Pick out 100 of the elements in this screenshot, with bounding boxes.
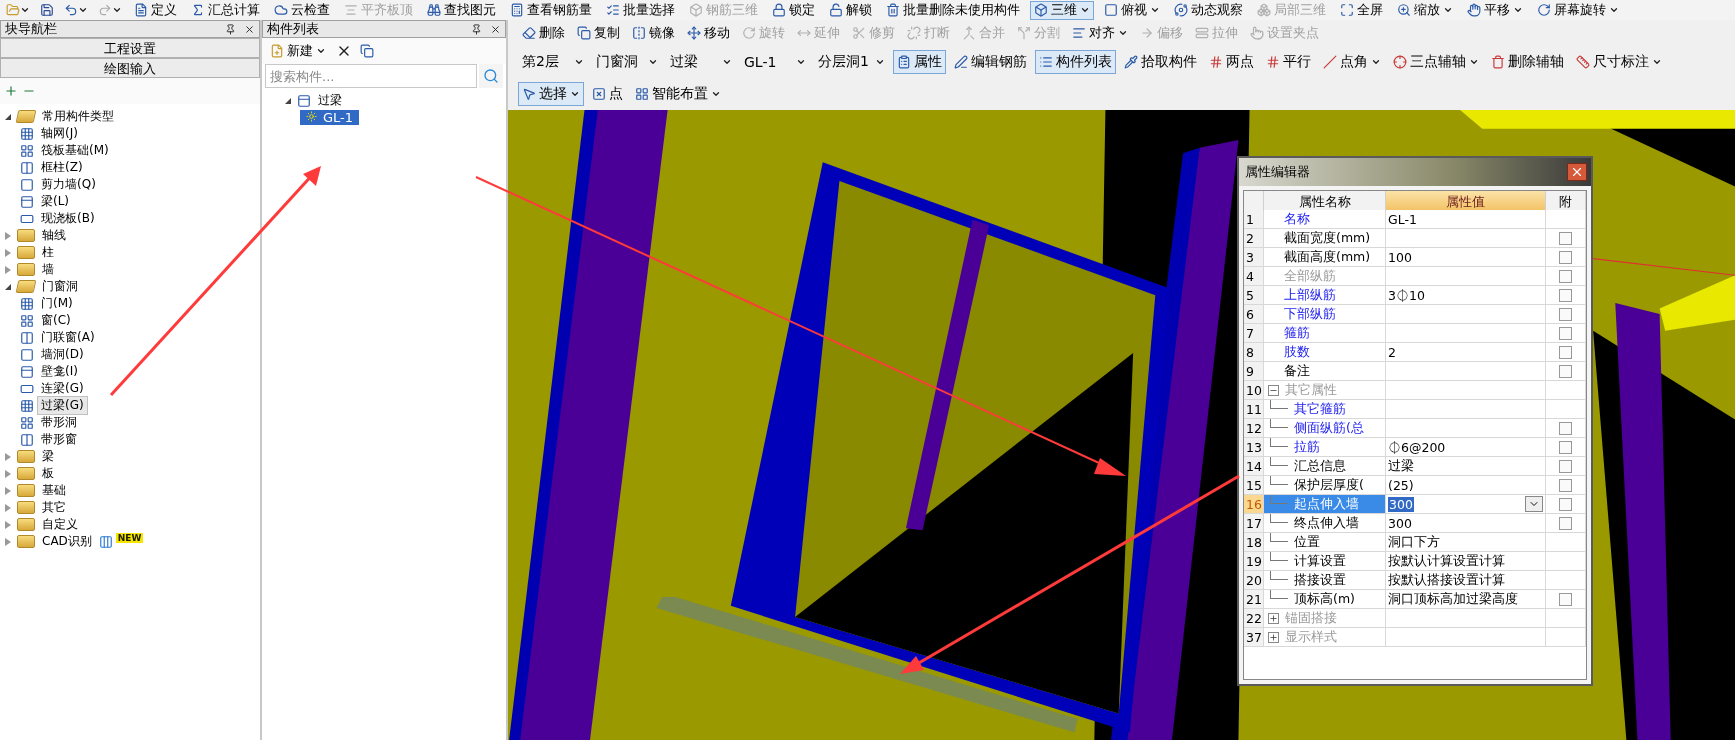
tree-item[interactable]: 窗(C) (37, 311, 75, 330)
toolbar-button[interactable]: 编辑钢筋 (949, 50, 1031, 74)
property-name[interactable]: 保护层厚度( (1264, 476, 1386, 495)
property-value[interactable] (1386, 362, 1546, 381)
tree-item[interactable]: 梁 (38, 447, 58, 466)
property-value[interactable] (1386, 628, 1546, 647)
checkbox[interactable] (1559, 440, 1572, 454)
tree-item[interactable]: 常用构件类型 (38, 107, 118, 126)
property-value[interactable] (1386, 267, 1546, 286)
expander-icon[interactable] (5, 113, 11, 120)
property-value[interactable]: 按默认计算设置计算 (1386, 552, 1546, 571)
property-name[interactable]: 位置 (1264, 533, 1386, 552)
property-name[interactable]: 下部纵筋 (1264, 305, 1386, 324)
tree-item[interactable]: 剪力墙(Q) (37, 175, 100, 194)
property-name[interactable]: 侧面纵筋(总 (1264, 419, 1386, 438)
toolbar-button[interactable]: 动态观察 (1170, 0, 1247, 20)
toolbar-button[interactable]: 平移 (1463, 0, 1527, 20)
property-value[interactable]: 按默认搭接设置计算 (1386, 571, 1546, 590)
search-field[interactable]: 搜索构件... (265, 64, 477, 88)
property-value[interactable]: 300 (1386, 495, 1546, 514)
tree-item[interactable]: 带形洞 (37, 413, 81, 432)
property-value[interactable]: ⏀6@200 (1386, 438, 1546, 457)
toolbar-button[interactable]: 屏幕旋转 (1533, 0, 1623, 20)
toolbar-button[interactable]: 批量选择 (602, 0, 679, 20)
toolbar-button[interactable]: 缩放 (1393, 0, 1457, 20)
property-name[interactable]: 截面高度(mm) (1264, 248, 1386, 267)
tree-item[interactable]: 其它 (38, 498, 70, 517)
checkbox[interactable] (1559, 459, 1572, 473)
property-name[interactable]: 计算设置 (1264, 552, 1386, 571)
property-value[interactable] (1386, 400, 1546, 419)
checkbox[interactable] (1559, 516, 1572, 530)
tree-item[interactable]: 壁龛(I) (37, 362, 82, 381)
tree-item[interactable]: 板 (38, 464, 58, 483)
tree-item[interactable]: 基础 (38, 481, 70, 500)
expander-icon[interactable] (5, 283, 11, 290)
property-value[interactable]: 2 (1386, 343, 1546, 362)
tree-item[interactable]: 自定义 (38, 515, 82, 534)
tree-item[interactable]: 框柱(Z) (37, 158, 87, 177)
dropdown-button[interactable] (1525, 496, 1543, 512)
toolbar-button[interactable]: 三维 (1030, 0, 1094, 20)
tree-item[interactable]: 过梁 (314, 91, 346, 110)
tree-item[interactable]: 门联窗(A) (37, 328, 99, 347)
tree-item[interactable]: 现浇板(B) (37, 209, 99, 228)
property-value[interactable]: 洞口顶标高加过梁高度 (1386, 590, 1546, 609)
tree-item[interactable]: 墙 (38, 260, 58, 279)
value-input[interactable]: 300 (1388, 496, 1414, 512)
checkbox[interactable] (1559, 364, 1572, 378)
toolbar-button[interactable]: 查看钢筋量 (506, 0, 596, 20)
toolbar-button[interactable]: 属性 (892, 50, 946, 74)
checkbox[interactable] (1559, 478, 1572, 492)
close-button[interactable] (1567, 163, 1587, 181)
property-value[interactable] (1386, 609, 1546, 628)
property-name[interactable]: 上部纵筋 (1264, 286, 1386, 305)
toolbar-button[interactable]: 定义 (130, 0, 181, 20)
tree-item[interactable]: 墙洞(D) (37, 345, 88, 364)
toolbar-button[interactable]: 智能布置 (631, 82, 725, 106)
property-value[interactable]: 100 (1386, 248, 1546, 267)
property-value[interactable]: (25) (1386, 476, 1546, 495)
toolbar-button[interactable]: 删除 (518, 23, 569, 43)
toolbar-button[interactable]: 查找图元 (423, 0, 500, 20)
toolbar-button[interactable]: 两点 (1204, 50, 1258, 74)
tree-item[interactable]: 带形窗 (37, 430, 81, 449)
checkbox[interactable] (1559, 269, 1572, 283)
tree-item[interactable]: 筏板基础(M) (37, 141, 113, 160)
checkbox[interactable] (1559, 250, 1572, 264)
property-name[interactable]: 汇总信息 (1264, 457, 1386, 476)
toolbar-button[interactable]: 尺寸标注 (1571, 50, 1666, 74)
property-name[interactable]: 其它箍筋 (1264, 400, 1386, 419)
property-value[interactable]: 过梁 (1386, 457, 1546, 476)
property-value[interactable]: GL-1 (1386, 210, 1546, 229)
property-value[interactable]: 洞口下方 (1386, 533, 1546, 552)
checkbox[interactable] (1559, 326, 1572, 340)
toolbar-button[interactable]: 拾取构件 (1119, 50, 1201, 74)
expand-icon[interactable] (1268, 631, 1279, 643)
toolbar-button[interactable]: 复制 (573, 23, 624, 43)
property-name[interactable]: 搭接设置 (1264, 571, 1386, 590)
toolbar-button[interactable]: 云检查 (270, 0, 334, 20)
toolbar-button[interactable]: 删除辅轴 (1486, 50, 1568, 74)
property-name[interactable]: 起点伸入墙 (1264, 495, 1386, 514)
checkbox[interactable] (1559, 592, 1572, 606)
toolbar-button[interactable]: 对齐 (1068, 23, 1132, 43)
tree-item[interactable]: 梁(L) (37, 192, 74, 211)
property-name[interactable]: 拉筋 (1264, 438, 1386, 457)
toolbar-button[interactable]: 锁定 (768, 0, 819, 20)
property-value[interactable]: 3⏀10 (1386, 286, 1546, 305)
expander-icon[interactable] (285, 97, 291, 104)
property-name[interactable]: 名称 (1264, 210, 1386, 229)
toolbar-button[interactable]: 选择 (518, 82, 584, 106)
checkbox[interactable] (1559, 231, 1572, 245)
property-name[interactable]: 顶标高(m) (1264, 590, 1386, 609)
toolbar-button[interactable]: 俯视 (1100, 0, 1164, 20)
collapse-icon[interactable] (1268, 384, 1279, 396)
toolbar-button[interactable]: 解锁 (825, 0, 876, 20)
toolbar-button[interactable]: 三点辅轴 (1388, 50, 1483, 74)
tree-item[interactable]: 门窗洞 (38, 277, 82, 296)
property-value[interactable] (1386, 419, 1546, 438)
property-name[interactable]: 备注 (1264, 362, 1386, 381)
property-value[interactable] (1386, 381, 1546, 400)
property-name[interactable]: 截面宽度(mm) (1264, 229, 1386, 248)
toolbar-button[interactable]: 构件列表 (1034, 50, 1116, 74)
